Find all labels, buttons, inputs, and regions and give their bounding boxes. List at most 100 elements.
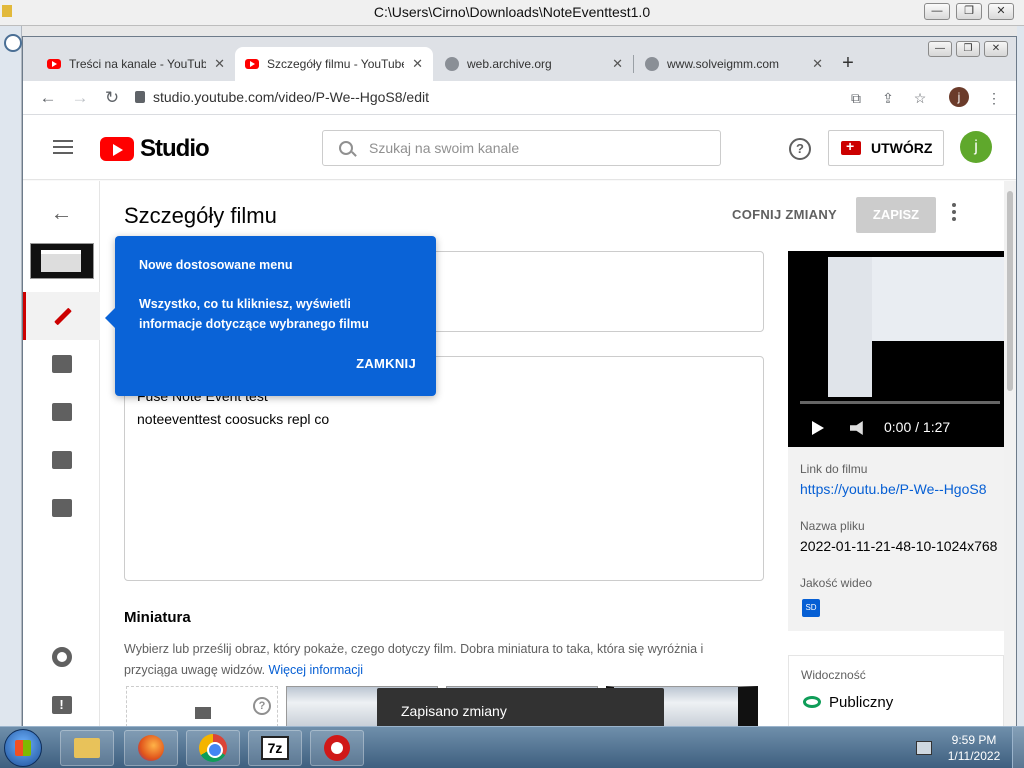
firefox-icon bbox=[138, 735, 164, 761]
video-quality-label: Jakość wideo bbox=[800, 576, 873, 590]
scrollbar-thumb[interactable] bbox=[1007, 191, 1013, 391]
menu-hamburger-icon[interactable] bbox=[53, 140, 73, 154]
visibility-card[interactable]: Widoczność Publiczny bbox=[788, 655, 1004, 727]
sidebar-item-editor[interactable] bbox=[23, 388, 100, 436]
sidebar-item-settings[interactable] bbox=[23, 633, 100, 681]
new-menu-tooltip: Nowe dostosowane menu Wszystko, co tu kl… bbox=[105, 236, 436, 396]
folder-icon bbox=[74, 738, 100, 758]
studio-logo[interactable]: Studio bbox=[100, 135, 210, 163]
video-player[interactable]: 0:00 / 1:27 bbox=[788, 251, 1004, 447]
page-scrollbar[interactable] bbox=[1004, 181, 1016, 727]
explorer-maximize-button[interactable]: ❐ bbox=[956, 3, 982, 20]
help-circle-icon[interactable]: ? bbox=[253, 697, 271, 715]
channel-search-input[interactable]: Szukaj na swoim kanale bbox=[322, 130, 721, 166]
network-icon[interactable] bbox=[916, 741, 932, 755]
reload-icon[interactable]: ↻ bbox=[101, 87, 123, 109]
tab-video-details[interactable]: Szczegóły filmu - YouTube ✕ bbox=[235, 47, 433, 81]
clock-date: 1/11/2022 bbox=[947, 749, 1001, 763]
profile-avatar[interactable]: j bbox=[949, 87, 971, 109]
save-button[interactable]: ZAPISZ bbox=[856, 197, 936, 233]
taskbar-chrome[interactable] bbox=[186, 730, 240, 766]
explorer-right-pane bbox=[1017, 26, 1024, 726]
taskbar-explorer[interactable] bbox=[60, 730, 114, 766]
tab-solveigmm[interactable]: www.solveigmm.com ✕ bbox=[635, 47, 833, 81]
video-link-label: Link do filmu bbox=[800, 462, 868, 476]
pencil-icon bbox=[54, 307, 72, 325]
youtube-logo-icon bbox=[100, 137, 134, 161]
new-tab-button[interactable]: + bbox=[835, 51, 861, 77]
lock-icon bbox=[135, 91, 145, 103]
back-to-content-button[interactable]: ← bbox=[23, 189, 100, 237]
tab-separator bbox=[633, 55, 634, 73]
tab-label: Szczegóły filmu - YouTube bbox=[267, 57, 405, 71]
video-thumbnail-small[interactable] bbox=[23, 237, 100, 285]
description-line-2: noteeventtest coosucks repl co bbox=[137, 411, 330, 427]
close-tab-icon[interactable]: ✕ bbox=[812, 56, 823, 72]
translate-icon[interactable]: ⧉ bbox=[845, 87, 867, 109]
browser-close-button[interactable]: ✕ bbox=[984, 41, 1008, 57]
taskbar-recorder[interactable] bbox=[310, 730, 364, 766]
taskbar-firefox[interactable] bbox=[124, 730, 178, 766]
tooltip-body: Wszystko, co tu klikniesz, wyświetli inf… bbox=[139, 297, 369, 331]
clapperboard-icon bbox=[51, 403, 72, 421]
video-link[interactable]: https://youtu.be/P-We--HgoS8 bbox=[800, 481, 987, 497]
eye-icon bbox=[803, 696, 821, 708]
bookmark-star-icon[interactable]: ☆ bbox=[909, 87, 931, 109]
upload-thumbnail-button[interactable]: ? bbox=[126, 686, 278, 727]
close-tab-icon[interactable]: ✕ bbox=[214, 56, 225, 72]
share-icon[interactable]: ⇪ bbox=[877, 87, 899, 109]
sidebar-item-comments[interactable] bbox=[23, 436, 100, 484]
studio-sidebar: ← ! bbox=[23, 181, 100, 727]
video-camera-icon bbox=[841, 138, 861, 155]
start-button[interactable] bbox=[4, 729, 42, 767]
sidebar-item-feedback[interactable]: ! bbox=[23, 681, 100, 727]
create-button[interactable]: UTWÓRZ bbox=[828, 130, 944, 166]
filename-value: 2022-01-11-21-48-10-1024x768 bbox=[800, 538, 998, 554]
play-icon[interactable] bbox=[812, 421, 824, 435]
help-icon[interactable]: ? bbox=[789, 138, 811, 160]
system-clock[interactable]: 9:59 PM 1/11/2022 bbox=[944, 732, 1004, 764]
analytics-icon bbox=[51, 355, 72, 373]
tooltip-title: Nowe dostosowane menu bbox=[139, 258, 293, 272]
browser-menu-icon[interactable]: ⋮ bbox=[983, 87, 1005, 109]
account-avatar[interactable]: j bbox=[960, 131, 992, 163]
filename-label: Nazwa pliku bbox=[800, 519, 865, 533]
tab-label: Treści na kanale - YouTube bbox=[69, 57, 207, 71]
undo-changes-button[interactable]: COFNIJ ZMIANY bbox=[732, 207, 837, 222]
tooltip-close-button[interactable]: ZAMKNIJ bbox=[356, 356, 416, 371]
browser-minimize-button[interactable]: — bbox=[928, 41, 952, 57]
volume-icon[interactable] bbox=[850, 421, 863, 435]
sidebar-item-analytics[interactable] bbox=[23, 340, 100, 388]
progress-bar[interactable] bbox=[800, 401, 1000, 404]
video-time: 0:00 / 1:27 bbox=[884, 419, 951, 435]
search-icon bbox=[339, 141, 353, 155]
back-nav-icon[interactable] bbox=[4, 34, 22, 52]
tab-web-archive[interactable]: web.archive.org ✕ bbox=[435, 47, 633, 81]
clock-time: 9:59 PM bbox=[951, 733, 997, 747]
close-tab-icon[interactable]: ✕ bbox=[412, 56, 423, 72]
taskbar: 7z 9:59 PM 1/11/2022 bbox=[0, 726, 1024, 768]
tab-label: www.solveigmm.com bbox=[667, 57, 780, 71]
browser-maximize-button[interactable]: ❐ bbox=[956, 41, 980, 57]
visibility-label: Widoczność bbox=[801, 668, 866, 682]
globe-icon bbox=[445, 57, 459, 71]
add-image-icon bbox=[195, 707, 211, 719]
sidebar-item-details[interactable] bbox=[23, 292, 100, 340]
taskbar-7zip[interactable]: 7z bbox=[248, 730, 302, 766]
show-desktop-button[interactable] bbox=[1012, 727, 1024, 768]
sidebar-item-subtitles[interactable] bbox=[23, 484, 100, 532]
back-arrow-icon[interactable]: ← bbox=[37, 87, 59, 109]
forward-arrow-icon[interactable]: → bbox=[69, 87, 91, 109]
youtube-icon bbox=[245, 59, 259, 69]
explorer-minimize-button[interactable]: — bbox=[924, 3, 950, 20]
more-options-icon[interactable] bbox=[952, 203, 956, 224]
visibility-value: Publiczny bbox=[829, 694, 894, 711]
thumbnail-help-text: Wybierz lub prześlij obraz, który pokaże… bbox=[124, 642, 704, 677]
tab-strip: Treści na kanale - YouTube ✕ Szczegóły f… bbox=[23, 37, 1016, 81]
close-tab-icon[interactable]: ✕ bbox=[612, 56, 623, 72]
explorer-close-button[interactable]: ✕ bbox=[988, 3, 1014, 20]
video-preview-panel: 0:00 / 1:27 Link do filmu https://youtu.… bbox=[788, 251, 1004, 631]
studio-app: Studio Szukaj na swoim kanale ? UTWÓRZ j… bbox=[23, 116, 1016, 727]
tab-channel-content[interactable]: Treści na kanale - YouTube ✕ bbox=[37, 47, 235, 81]
learn-more-link[interactable]: Więcej informacji bbox=[269, 663, 363, 677]
